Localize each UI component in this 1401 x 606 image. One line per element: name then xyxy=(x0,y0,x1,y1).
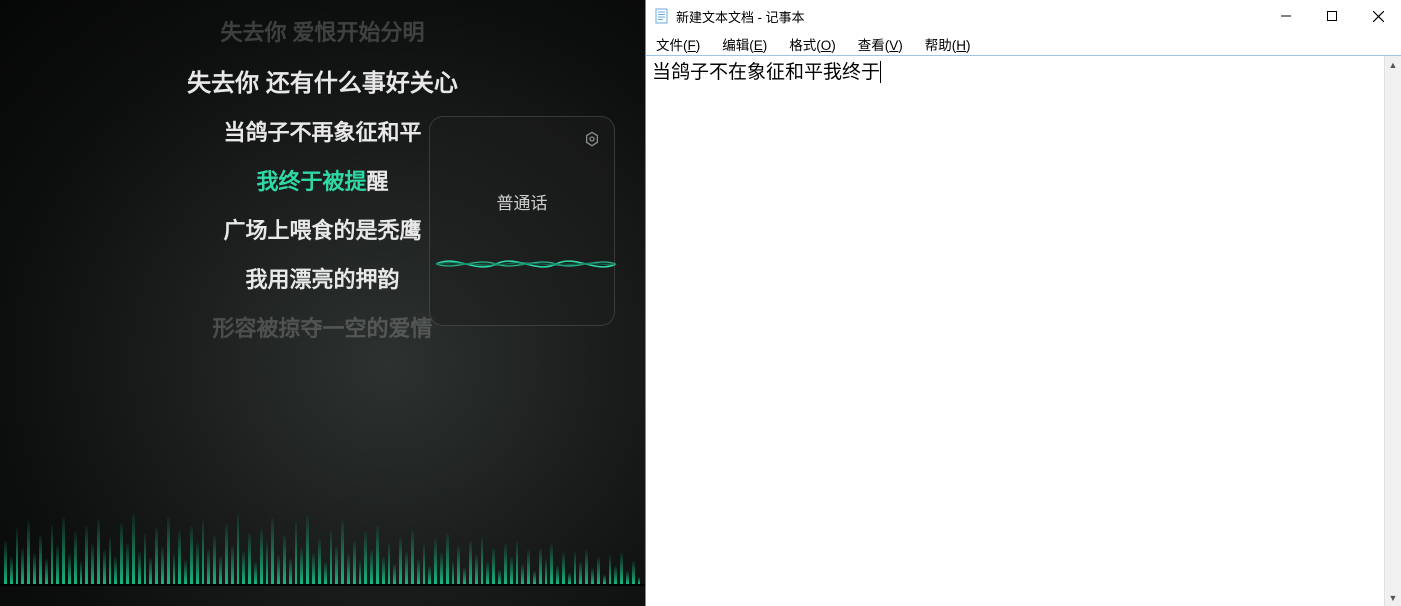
close-button[interactable] xyxy=(1355,0,1401,32)
notepad-app-icon xyxy=(654,8,670,24)
scroll-up-arrow-icon[interactable]: ▲ xyxy=(1385,56,1401,73)
lyric-current-played: 我终于被提 xyxy=(256,169,366,194)
menu-view[interactable]: 查看(V) xyxy=(854,32,907,56)
menu-help[interactable]: 帮助(H) xyxy=(921,32,975,56)
minimize-button[interactable] xyxy=(1263,0,1309,32)
text-editor-area[interactable]: 当鸽子不在象征和平我终于 xyxy=(646,56,1384,606)
voice-language-label: 普通话 xyxy=(497,189,548,214)
audio-spectrum xyxy=(0,494,645,584)
menu-edit[interactable]: 编辑(E) xyxy=(718,32,771,56)
notepad-window: 新建文本文档 - 记事本 文件(F) 编辑(E) 格式(O) 查看(V) 帮助(… xyxy=(645,0,1401,606)
titlebar[interactable]: 新建文本文档 - 记事本 xyxy=(646,0,1401,32)
scroll-down-arrow-icon[interactable]: ▼ xyxy=(1385,589,1401,606)
settings-icon[interactable] xyxy=(584,131,600,147)
voice-recognition-card[interactable]: 普通话 xyxy=(429,116,615,326)
menu-format[interactable]: 格式(O) xyxy=(785,32,840,56)
window-title: 新建文本文档 - 记事本 xyxy=(676,7,1263,26)
lyrics-player-panel: 失去你 爱恨开始分明 失去你 还有什么事好关心 当鸽子不再象征和平 我终于被提醒… xyxy=(0,0,645,606)
editor-content: 当鸽子不在象征和平我终于 xyxy=(652,61,880,83)
maximize-button[interactable] xyxy=(1309,0,1355,32)
lyric-line-prev: 失去你 爱恨开始分明 xyxy=(0,18,645,49)
menubar: 文件(F) 编辑(E) 格式(O) 查看(V) 帮助(H) xyxy=(646,32,1401,56)
vertical-scrollbar[interactable]: ▲ ▼ xyxy=(1384,56,1401,606)
voice-waveform-icon xyxy=(436,251,616,277)
spectrum-baseline xyxy=(0,584,645,586)
menu-file[interactable]: 文件(F) xyxy=(652,32,704,56)
text-cursor xyxy=(880,61,881,83)
lyric-current-remaining: 醒 xyxy=(367,169,389,194)
lyric-line-1: 失去你 还有什么事好关心 xyxy=(0,67,645,101)
